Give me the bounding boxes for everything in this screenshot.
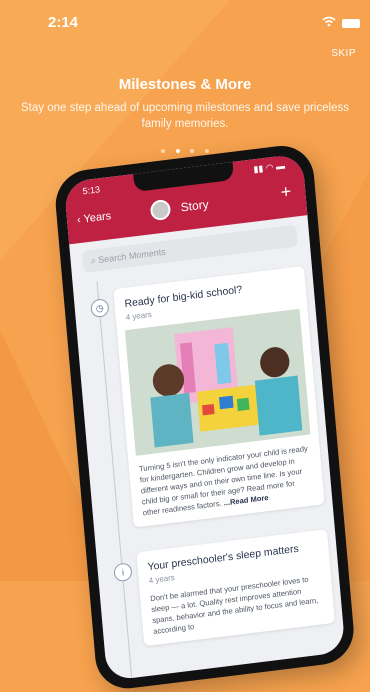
avatar[interactable]	[149, 198, 172, 222]
phone-screen: 5:13 ▮▮ ◠ ▬ ‹ Years Story + ⌕ Search Mom…	[63, 153, 346, 681]
onboarding-title: Milestones & More	[118, 76, 252, 93]
page-indicator	[0, 140, 370, 158]
back-button[interactable]: ‹ Years	[77, 210, 112, 226]
header-title: Story	[180, 197, 210, 215]
search-placeholder: Search Moments	[97, 246, 167, 265]
page-dot[interactable]	[190, 149, 195, 153]
info-icon: i	[113, 562, 133, 583]
status-time: 2:14	[48, 14, 79, 31]
search-icon: ⌕	[90, 255, 97, 266]
skip-button[interactable]: SKIP	[331, 48, 356, 59]
page-dot[interactable]	[204, 149, 209, 153]
phone-status-time: 5:13	[82, 184, 101, 197]
onboarding-subtitle: Stay one step ahead of upcoming mileston…	[21, 102, 349, 130]
page-dot[interactable]	[161, 149, 166, 153]
back-label: Years	[83, 210, 112, 226]
header-title-group: Story	[149, 194, 210, 222]
battery-icon	[342, 19, 360, 28]
plus-icon[interactable]: +	[280, 181, 292, 203]
milestone-icon: ◷	[90, 298, 110, 319]
children-playing-photo	[124, 308, 311, 456]
phone-signal-icon: ▮▮ ◠ ▬	[253, 160, 286, 175]
page-dot-active[interactable]	[175, 149, 180, 153]
wifi-icon	[322, 16, 336, 27]
phone-mockup: 5:13 ▮▮ ◠ ▬ ‹ Years Story + ⌕ Search Mom…	[52, 142, 357, 692]
moment-card[interactable]: Ready for big-kid school? 4 years Turnin…	[113, 265, 325, 528]
chevron-left-icon: ‹	[76, 213, 82, 227]
moment-card[interactable]: Your preschooler's sleep matters 4 years…	[136, 529, 336, 647]
status-bar: 2:14	[0, 14, 370, 34]
